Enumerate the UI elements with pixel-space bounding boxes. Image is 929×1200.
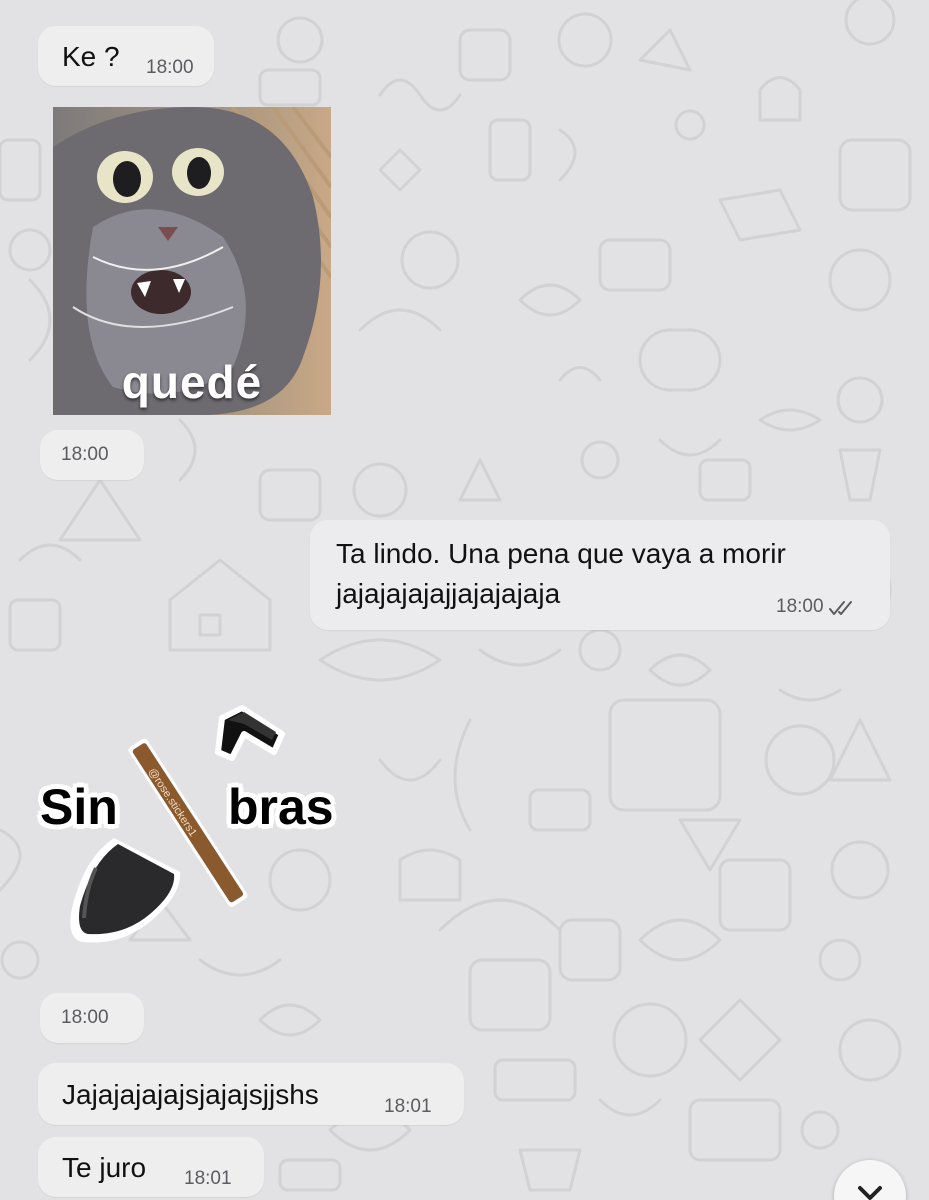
message-bubble-incoming[interactable]: Te juro 18:01 — [38, 1137, 264, 1197]
sticker-watermark: @rose.stickers1 — [146, 766, 199, 839]
sticker-time-bubble: 18:00 — [40, 993, 144, 1043]
double-check-icon — [829, 600, 852, 615]
message-text: Jajajajajajsjajajsjjshs — [62, 1079, 319, 1110]
message-time: 18:00 — [146, 57, 194, 78]
message-text: Te juro — [62, 1152, 147, 1183]
shovel-sticker[interactable]: @rose.stickers1 Sin bras — [36, 698, 356, 948]
message-bubble-incoming[interactable]: Ke ? 18:00 — [38, 26, 214, 86]
message-time: 18:00 — [61, 1007, 109, 1028]
message-text: Ke ? — [62, 41, 120, 72]
message-bubble-incoming[interactable]: Jajajajajajsjajajsjjshs 18:01 — [38, 1063, 464, 1125]
message-time: 18:00 — [61, 444, 109, 465]
message-time: 18:01 — [384, 1096, 432, 1117]
sticker-caption: quedé — [121, 356, 263, 408]
message-time: 18:00 — [776, 596, 824, 617]
cat-sticker[interactable]: quedé — [53, 107, 331, 415]
message-time: 18:01 — [184, 1168, 232, 1189]
sticker-time-bubble: 18:00 — [40, 430, 144, 480]
chevron-down-icon — [858, 1186, 882, 1200]
message-meta: 18:00 — [776, 596, 856, 618]
sticker-word-right: bras — [228, 779, 334, 835]
message-bubble-outgoing[interactable]: Ta lindo. Una pena que vaya a morir jaja… — [310, 520, 890, 630]
sticker-word-left: Sin — [40, 779, 118, 835]
scroll-to-bottom-button[interactable] — [834, 1160, 906, 1200]
